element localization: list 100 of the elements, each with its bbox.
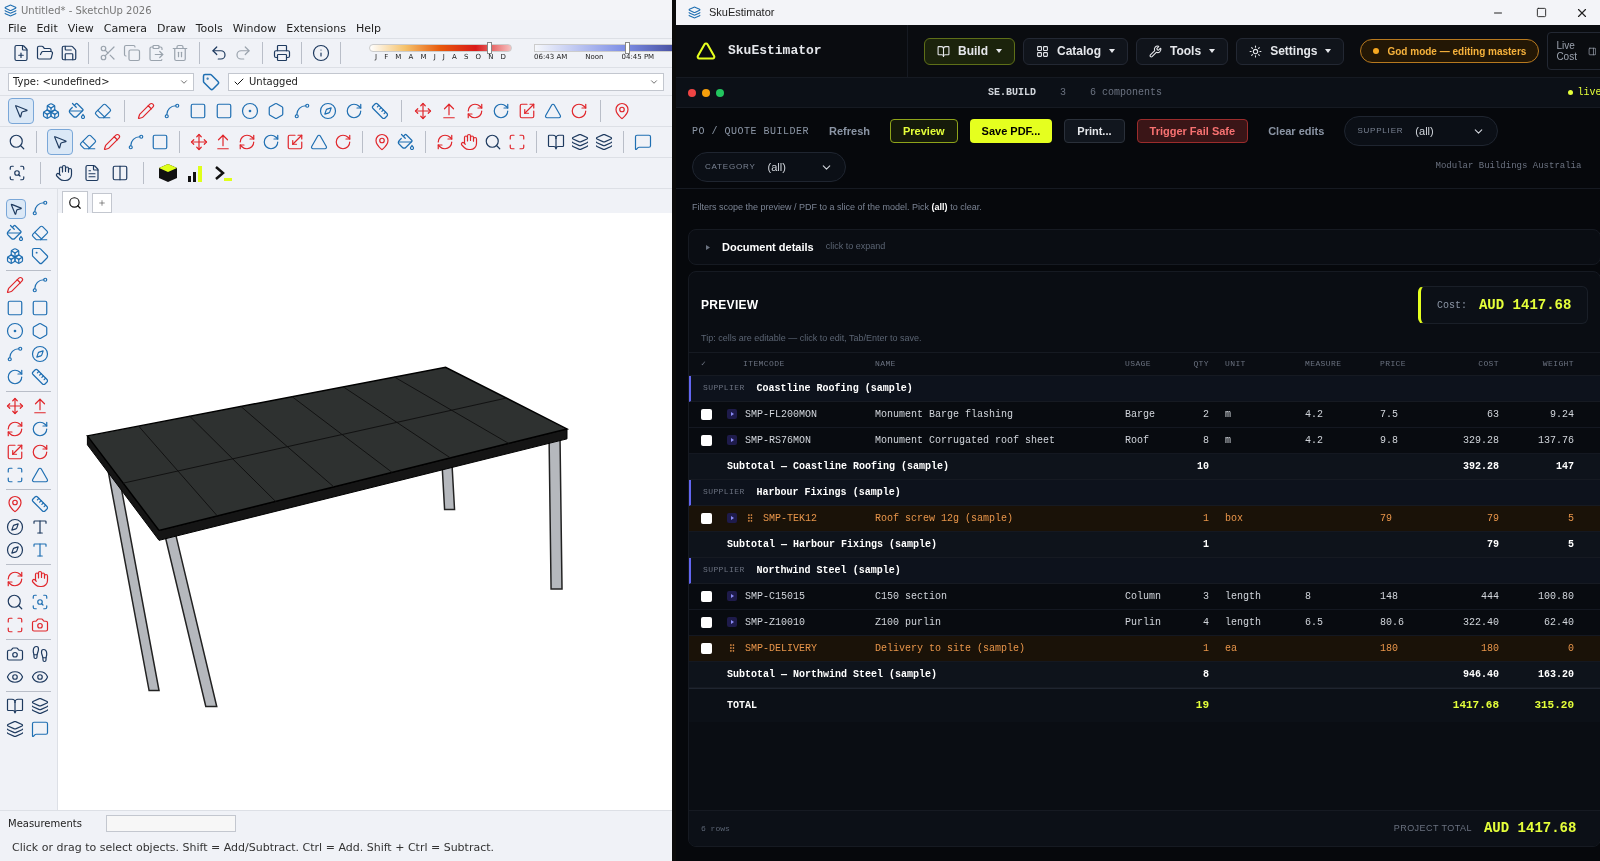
column-header[interactable]: PRICE [1372,357,1447,370]
table-cell[interactable]: 4.2 [1297,432,1372,448]
measurements-label: Measurements [8,817,82,831]
table-cell[interactable]: C150 section [867,588,1117,604]
subtotal-qty: 8 [1202,667,1210,682]
table-cell[interactable]: 62.40 [1507,614,1582,630]
subtotal-cost: 946.40 [1462,667,1500,682]
table-cell[interactable]: 2 [1187,406,1217,422]
table-cell[interactable]: 1 [1187,640,1217,656]
table-cell[interactable]: Barge [1117,406,1187,422]
table-cell[interactable]: 148 [1372,588,1447,604]
supplier-label: SUPPLIER [703,486,745,498]
toolbar-button[interactable]: Trigger Fail Safe [1136,119,1249,143]
column-header[interactable]: NAME [867,357,1117,370]
table-cell[interactable]: 329.28 [1447,432,1507,448]
supplier-select[interactable]: SUPPLIER (all) [1344,116,1499,146]
menu-item[interactable]: Camera [103,20,147,38]
nav-tab[interactable]: Settings [1236,37,1345,65]
table-cell[interactable]: box [1217,510,1297,526]
table-cell[interactable]: length [1217,614,1297,630]
table-cell[interactable]: SMP-TEK12 [763,510,817,526]
table-cell[interactable]: 80.6 [1372,614,1447,630]
table-cell[interactable]: 79 [1372,510,1447,526]
menu-item[interactable]: File [8,20,27,38]
toolbar-button[interactable]: Preview [890,119,958,143]
module-name: SE.BUILD [988,86,1036,100]
column-header[interactable]: USAGE [1117,357,1187,370]
table-cell[interactable]: ea [1217,640,1297,656]
document-details-title: Document details [722,239,814,255]
table-cell[interactable]: SMP-C15015 [745,588,805,604]
toolbar-button[interactable]: Print... [1064,119,1125,143]
table-cell[interactable]: 0 [1507,640,1582,656]
table-cell[interactable]: 79 [1447,510,1507,526]
table-cell[interactable]: SMP-DELIVERY [745,640,817,656]
table-cell[interactable]: length [1217,588,1297,604]
table-cell[interactable]: Column [1117,588,1187,604]
category-select[interactable]: CATEGORY (all) [692,152,846,182]
table-cell[interactable]: Roof [1117,432,1187,448]
menu-item[interactable]: Draw [157,20,186,38]
table-cell[interactable]: 100.80 [1507,588,1582,604]
nav-tab[interactable]: Build [924,37,1015,65]
subtotal-label: Subtotal — Harbour Fixings (sample) [726,537,939,552]
document-details-panel[interactable]: Document details click to expand [688,229,1600,265]
menu-item[interactable]: Help [355,20,382,38]
menu-item[interactable]: Edit [36,20,58,38]
menu-item[interactable]: Tools [195,20,223,38]
table-cell[interactable]: Delivery to site (sample) [867,640,1117,656]
toolbar-button[interactable]: Clear edits [1260,119,1333,143]
table-row[interactable]: SMP-DELIVERY Delivery to site (sample) 1 ea 180 180 0 [689,635,1600,662]
table-cell[interactable]: 8 [1187,432,1217,448]
column-header[interactable]: UNIT [1217,357,1297,370]
table-cell[interactable]: 6.5 [1297,614,1372,630]
table-cell[interactable]: SMP-RS76MON [745,432,811,448]
column-header[interactable]: COST [1447,357,1507,370]
table-cell[interactable]: 9.8 [1372,432,1447,448]
table-cell[interactable]: m [1217,432,1297,448]
table-cell[interactable]: 1 [1187,510,1217,526]
table-cell[interactable]: 5 [1507,510,1582,526]
table-row[interactable]: SMP-TEK12 Roof screw 12g (sample) 1 box 79 79 5 [689,505,1600,532]
table-cell[interactable]: 180 [1372,640,1447,656]
column-header[interactable]: ITEMCODE [719,357,867,370]
column-header[interactable]: ✓ [689,357,719,370]
menu-item[interactable]: Window [232,20,277,38]
window-title: Untitled* - SketchUp 2026 [21,3,152,18]
table-cell[interactable]: 444 [1447,588,1507,604]
table-cell[interactable]: SMP-Z10010 [745,614,805,630]
table-cell[interactable]: 7.5 [1372,406,1447,422]
table-cell[interactable]: m [1217,406,1297,422]
table-cell[interactable]: Monument Corrugated roof sheet [867,432,1117,448]
menu-item[interactable]: Extensions [286,20,346,38]
nav-tab[interactable]: Catalog [1023,37,1128,65]
menu-item[interactable]: View [67,20,94,38]
company-name: Modular Buildings Australia [1435,160,1582,174]
status-text: Click or drag to select objects. Shift = Add/Subtract. Ctrl = Add. Shift + Ctrl = Subtract. [12,840,495,857]
type-dropdown[interactable]: Type: <undefined> [8,72,194,91]
table-cell[interactable]: 180 [1447,640,1507,656]
table-cell[interactable]: 4.2 [1297,406,1372,422]
table-cell[interactable]: Z100 purlin [867,614,1117,630]
table-cell[interactable]: 63 [1447,406,1507,422]
row-count: 6 rows [701,822,730,835]
column-header[interactable]: MEASURE [1297,357,1372,370]
toolbar-button[interactable]: Refresh [821,119,878,143]
toolbar-button[interactable]: Save PDF... [969,119,1053,143]
table-cell[interactable]: 3 [1187,588,1217,604]
table-cell[interactable]: 322.40 [1447,614,1507,630]
table-cell[interactable]: Purlin [1117,614,1187,630]
subtotal-label: Subtotal — Coastline Roofing (sample) [726,459,951,474]
tag-dropdown[interactable]: Untagged [228,72,664,91]
table-cell[interactable]: 9.24 [1507,406,1582,422]
live-cost-button[interactable]: Live Cost [1547,32,1600,70]
column-header[interactable]: WEIGHT [1507,357,1582,370]
nav-tab[interactable]: Tools [1136,37,1229,65]
table-cell[interactable]: 137.76 [1507,432,1582,448]
table-cell[interactable]: Roof screw 12g (sample) [867,510,1117,526]
table-cell[interactable]: 8 [1297,588,1372,604]
subtotal-qty: 10 [1196,459,1210,474]
table-cell[interactable]: SMP-FL200MON [745,406,817,422]
column-header[interactable]: QTY [1187,357,1217,370]
table-cell[interactable]: 4 [1187,614,1217,630]
table-cell[interactable]: Monument Barge flashing [867,406,1117,422]
